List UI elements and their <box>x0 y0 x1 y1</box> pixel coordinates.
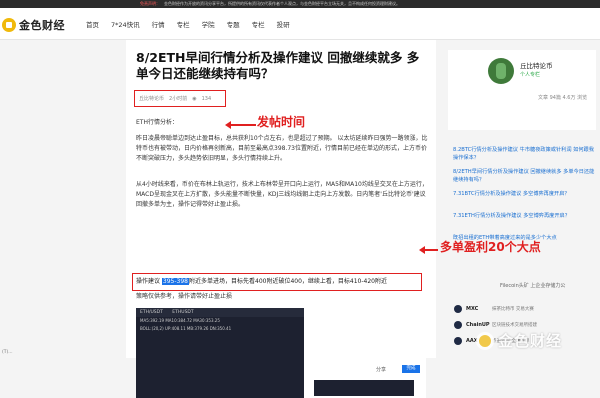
nav-item-column-2[interactable]: 专栏 <box>252 19 265 29</box>
article-panel: 8/2ETH早间行情分析及操作建议 回撤继续就多 多单今日还能继续持有吗？ 丘比… <box>126 40 436 398</box>
chart-tab: ETHUSDT <box>172 310 194 315</box>
logo-text: 金色财经 <box>19 19 65 32</box>
ad-desc: 抹茶比特币 交易大赛 <box>492 307 534 312</box>
sidebar: 丘比特论币 个人专栏 文章 94篇 4.6万 浏览 8.2BTC行情分析及操作建… <box>448 40 596 358</box>
trade-suggestion: 操作建议 395-398附近多单进场，目标先看400附近破位400，继续上看，目… <box>132 273 422 291</box>
logo-icon <box>2 18 16 32</box>
ad-desc: 区块链技术交易所搭建 <box>492 323 537 328</box>
suggestion-entry-range: 395-398 <box>161 278 189 285</box>
strategy-note: 策略仅供参考，操作请带好止盈止损 <box>136 293 233 300</box>
share-dialog: 分享 完成 <box>304 308 426 398</box>
suggestion-suffix: 附近多单进场，目标先看400附近破位400，继续上看，目标410-420附近 <box>189 278 387 285</box>
related-item[interactable]: 8.2BTC行情分析及操作建议 牛市糖夜政策或针利润 如何跟我操作保本？ <box>448 146 596 162</box>
chainup-logo-icon <box>454 321 462 329</box>
nav-item-column[interactable]: 专栏 <box>177 19 190 29</box>
nav-menu: 首页 7*24快讯 行情 专栏 学院 专题 专栏 投研 <box>86 8 302 40</box>
disclaimer-text: 金色财经作为开放的资讯分享平台，所提供的所有资讯仅代表作者个人观点，与金色财经平… <box>164 1 400 6</box>
watermark-logo-icon <box>476 331 494 350</box>
watermark: 金色财经 <box>476 330 562 351</box>
kline-screenshot: ETH/USDT ETHUSDT MA5:392.19 MA10:384.72 … <box>136 308 426 398</box>
top-navigation: 金色财经 首页 7*24快讯 行情 专栏 学院 专题 专栏 投研 <box>0 8 600 40</box>
related-item[interactable]: 7.31BTC行情分析及操作建议 多空博弈再度开启？ <box>448 190 596 206</box>
ad-name: ChainUP <box>466 322 490 328</box>
related-item[interactable]: 7.31ETH行情分析及操作建议 多空博弈再度开启？ <box>448 212 596 228</box>
article-views: 134 <box>201 95 212 102</box>
mxc-logo-icon <box>454 305 462 313</box>
ad-name: MXC <box>466 306 479 312</box>
paragraph-1: 昨日凌晨帝聪单边到达止盈目标，总共获利10个点左右，也是超过了预期。 以太坊延续… <box>136 135 428 162</box>
author-card: 丘比特论币 个人专栏 文章 94篇 4.6万 浏览 <box>448 50 596 130</box>
article-title: 8/2ETH早间行情分析及操作建议 回撤继续就多 多单今日还能继续持有吗？ <box>136 50 420 81</box>
share-button[interactable]: 分享 <box>376 366 386 373</box>
nav-item-home[interactable]: 首页 <box>86 19 99 29</box>
aax-logo-icon <box>454 337 462 345</box>
done-button[interactable]: 完成 <box>402 365 420 373</box>
mini-chart <box>314 380 414 396</box>
eye-icon: ◉ <box>192 95 197 102</box>
nav-item-academy[interactable]: 学院 <box>202 19 215 29</box>
disclaimer-label: 免责声明： <box>140 1 160 6</box>
author-name[interactable]: 丘比特论币 <box>520 60 553 70</box>
article-time: 2小时前 <box>169 96 188 102</box>
callout-arrow-time <box>225 121 256 129</box>
callout-arrow-profit <box>419 246 438 254</box>
suggestion-prefix: 操作建议 <box>136 278 162 285</box>
ad-row[interactable]: MXC 抹茶比特币 交易大赛 <box>448 302 596 316</box>
related-item[interactable]: 既招出租的ETH带着高度过来的是多少个大点 <box>448 234 596 250</box>
nav-item-research[interactable]: 投研 <box>277 19 290 29</box>
related-articles: 8.2BTC行情分析及操作建议 牛市糖夜政策或针利润 如何跟我操作保本？ 8/2… <box>448 146 596 256</box>
related-item[interactable]: 8/2ETH早间行情分析及操作建议 回撤继续就多 多单今日还能继续持有吗？ <box>448 168 596 184</box>
disclaimer-bar: 免责声明： 金色财经作为开放的资讯分享平台，所提供的所有资讯仅代表作者个人观点，与… <box>0 0 600 8</box>
site-logo[interactable]: 金色财经 <box>2 17 65 33</box>
author-stats: 文章 94篇 4.6万 浏览 <box>538 95 588 101</box>
nav-item-topic[interactable]: 专题 <box>227 19 240 29</box>
status-text: (T)... <box>2 350 13 355</box>
article-author[interactable]: 丘比特论币 <box>139 95 164 102</box>
nav-item-market[interactable]: 行情 <box>152 19 165 29</box>
paragraph-2: 从4小时线来看，币价在布林上轨运行，技术上布林带呈开口向上运行，MA5和MA10… <box>136 181 428 208</box>
chart-pair: ETH/USDT <box>140 310 163 315</box>
nav-item-flash[interactable]: 7*24快讯 <box>111 19 140 29</box>
ad-banner[interactable]: Filecoin头矿 上企业存储力公 <box>448 272 596 302</box>
watermark-text: 金色财经 <box>498 332 563 350</box>
article-meta: 丘比特论币 2小时前 ◉ 134 <box>134 90 226 107</box>
author-tag: 个人专栏 <box>520 72 541 78</box>
callout-post-time: 发帖时间 <box>257 115 306 129</box>
avatar[interactable] <box>488 58 514 84</box>
